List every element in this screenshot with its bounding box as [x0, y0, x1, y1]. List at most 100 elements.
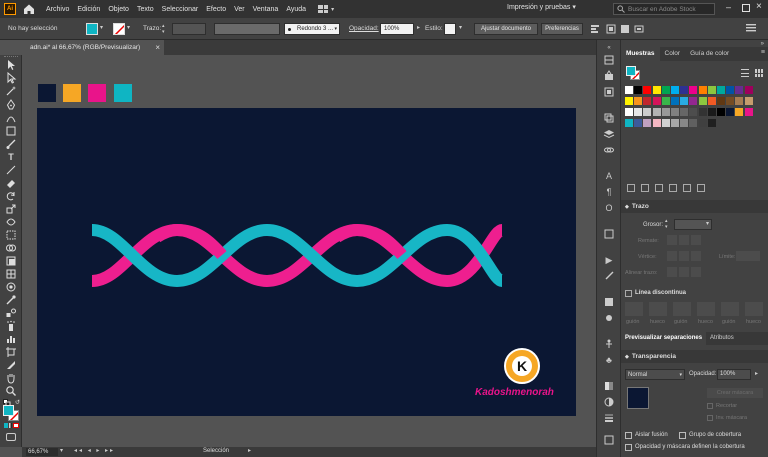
actions-icon[interactable]: ▶ — [603, 254, 615, 266]
stroke-panel-header[interactable]: ◆ Trazo — [621, 200, 768, 213]
hand-tool-icon[interactable] — [5, 372, 17, 384]
knockout-group-checkbox[interactable] — [679, 432, 686, 439]
menu-seleccionar[interactable]: Seleccionar — [162, 6, 199, 13]
new-swatch-icon[interactable] — [683, 184, 691, 192]
swatch-cell[interactable] — [643, 108, 652, 116]
swatch-cell[interactable] — [735, 108, 744, 116]
dashed-field-1[interactable] — [625, 302, 643, 316]
direct-selection-tool-icon[interactable] — [5, 71, 17, 84]
magic-wand-tool-icon[interactable] — [5, 85, 17, 97]
fill-color-swatch[interactable] — [86, 23, 98, 35]
pen-tool-icon[interactable] — [5, 99, 17, 111]
show-kinds-icon[interactable] — [641, 184, 649, 192]
transparency-opacity-chevron-icon[interactable]: ▸ — [755, 370, 758, 377]
swatch-cell[interactable] — [726, 108, 735, 116]
stroke-limit-field[interactable] — [736, 251, 760, 261]
artboard-tool-icon[interactable] — [5, 346, 17, 358]
swatch-cell[interactable] — [707, 86, 716, 94]
minimize-icon[interactable]: – — [726, 2, 736, 16]
swatch-cell[interactable] — [625, 86, 633, 94]
rectangle-tool-icon[interactable] — [5, 125, 17, 137]
swatch-cell[interactable] — [634, 97, 643, 105]
width-tool-icon[interactable] — [5, 216, 17, 228]
collapse-panels-icon[interactable]: « — [603, 42, 615, 54]
arrange-documents-chevron-icon[interactable]: ▾ — [331, 6, 334, 13]
appearance-icon[interactable] — [603, 228, 615, 240]
transparency-opacity-field[interactable]: 100% — [717, 369, 751, 380]
layers-icon[interactable] — [603, 128, 615, 140]
shape-builder-tool-icon[interactable] — [5, 242, 17, 254]
isolate-icon[interactable] — [634, 24, 644, 34]
drawing-mode-icon[interactable] — [6, 433, 16, 441]
swatch-cell[interactable] — [735, 97, 744, 105]
paintbrush-tool-icon[interactable] — [5, 138, 17, 150]
swatch-cell[interactable] — [652, 86, 661, 94]
clip-checkbox[interactable] — [707, 403, 713, 409]
links-icon[interactable] — [603, 144, 615, 156]
swatches-fill-indicator[interactable] — [626, 66, 636, 76]
isolate-blending-checkbox[interactable] — [625, 432, 632, 439]
new-color-group-icon[interactable] — [669, 184, 677, 192]
gradient-tool-icon[interactable] — [5, 281, 17, 293]
color-mode-icon[interactable] — [4, 423, 8, 428]
invert-mask-checkbox[interactable] — [707, 415, 713, 421]
dashed-field-4[interactable] — [697, 302, 715, 316]
corner-buttons[interactable] — [667, 251, 701, 261]
swatch-cell[interactable] — [680, 119, 689, 127]
swatch-cell[interactable] — [680, 97, 689, 105]
zoom-chevron-icon[interactable]: ▾ — [60, 447, 63, 454]
menu-ayuda[interactable]: Ayuda — [286, 6, 306, 13]
menu-efecto[interactable]: Efecto — [206, 6, 226, 13]
swatch-cell[interactable] — [652, 97, 661, 105]
variable-width-field[interactable] — [214, 23, 280, 35]
sun-icon[interactable] — [603, 312, 615, 324]
graphic-styles-icon[interactable] — [603, 296, 615, 308]
transparency-panel-icon[interactable] — [603, 396, 615, 408]
opacity-chevron-icon[interactable]: ▸ — [417, 24, 420, 31]
swatch-cell[interactable] — [680, 86, 689, 94]
mesh-tool-icon[interactable] — [5, 268, 17, 280]
selection-tool-icon[interactable] — [5, 59, 17, 71]
artboard-nav[interactable]: ◂◂ ◂ ▸ ▸▸ — [74, 447, 115, 454]
gradient-mode-icon[interactable] — [8, 423, 13, 428]
swatch-cell[interactable] — [689, 108, 698, 116]
swatch-cell[interactable] — [707, 108, 716, 116]
swatch-cell[interactable] — [717, 108, 725, 116]
gradient-panel-icon[interactable] — [603, 380, 615, 392]
swatch-cell[interactable] — [698, 119, 707, 127]
adjust-document-button[interactable]: Ajustar documento — [474, 23, 538, 35]
swatches-panel-menu-icon[interactable]: ≡ — [761, 49, 765, 61]
align-panel-icon[interactable] — [603, 434, 615, 446]
line-segment-tool-icon[interactable] — [5, 164, 17, 176]
blend-mode-select[interactable]: Normal ▾ — [625, 369, 685, 380]
swatch-cell[interactable] — [671, 119, 679, 127]
type-tool-icon[interactable]: T — [5, 151, 17, 163]
fill-indicator[interactable] — [3, 405, 14, 416]
swatch-cell[interactable] — [661, 97, 670, 105]
libraries-icon[interactable] — [603, 86, 615, 98]
stroke-chevron-icon[interactable]: ▾ — [127, 24, 130, 31]
color-panel-icon[interactable] — [603, 70, 615, 82]
swatch-cell[interactable] — [643, 97, 652, 105]
swatch-cell[interactable] — [652, 108, 661, 116]
symbol-sprayer-tool-icon[interactable] — [5, 320, 17, 332]
preferences-button[interactable]: Preferencias — [541, 23, 583, 35]
status-chevron-icon[interactable]: ▸ — [248, 447, 251, 454]
search-stock-field[interactable]: Buscar en Adobe Stock — [613, 3, 715, 15]
eyedropper-tool-icon[interactable] — [5, 294, 17, 306]
swatch-cell[interactable] — [735, 86, 744, 94]
puppet-icon[interactable] — [603, 338, 615, 350]
menu-objeto[interactable]: Objeto — [108, 6, 129, 13]
swatch-cell[interactable] — [625, 119, 633, 127]
slice-tool-icon[interactable] — [5, 359, 17, 371]
style-chevron-icon[interactable]: ▾ — [459, 24, 462, 31]
zoom-tool-icon[interactable] — [5, 385, 17, 397]
blend-tool-icon[interactable] — [5, 307, 17, 319]
dashed-field-5[interactable] — [721, 302, 739, 316]
dna-helix[interactable] — [37, 108, 576, 416]
curvature-tool-icon[interactable] — [5, 112, 17, 124]
swatch-cell[interactable] — [661, 119, 670, 127]
swatch-cell[interactable] — [680, 108, 689, 116]
swatch-cell[interactable] — [698, 108, 707, 116]
delete-swatch-icon[interactable] — [697, 184, 705, 192]
